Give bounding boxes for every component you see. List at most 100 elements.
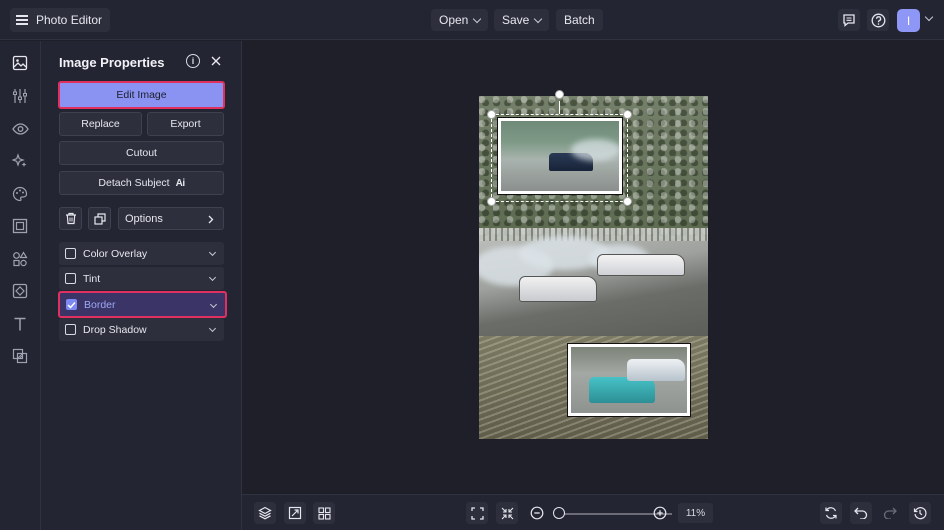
history-button[interactable] <box>909 502 931 524</box>
detach-subject-label: Detach Subject <box>98 177 170 189</box>
batch-button[interactable]: Batch <box>556 9 603 31</box>
info-icon[interactable]: i <box>186 54 200 68</box>
color-overlay-label: Color Overlay <box>83 247 148 260</box>
photo-frame-bottom[interactable] <box>567 343 691 417</box>
layers-icon <box>258 506 272 520</box>
comment-icon <box>843 14 855 27</box>
color-overlay-toggle[interactable]: Color Overlay <box>59 242 224 265</box>
tint-checkbox[interactable] <box>65 273 76 284</box>
edit-image-label: Edit Image <box>116 89 167 101</box>
canvas-area[interactable] <box>242 41 944 494</box>
open-label: Open <box>439 13 469 27</box>
options-button[interactable]: Options <box>118 207 224 230</box>
frame-icon[interactable] <box>11 217 29 235</box>
redo-icon <box>883 507 897 519</box>
trash-icon <box>65 212 76 225</box>
undo-icon <box>854 507 868 519</box>
chevron-down-icon[interactable] <box>209 300 218 309</box>
color-overlay-checkbox[interactable] <box>65 248 76 259</box>
fit-screen-button[interactable] <box>466 502 488 524</box>
image-icon[interactable] <box>11 54 29 72</box>
resize-canvas-button[interactable] <box>284 502 306 524</box>
tint-label: Tint <box>83 272 101 285</box>
save-label: Save <box>502 13 530 27</box>
hamburger-icon <box>16 15 28 25</box>
resize-handle-sw[interactable] <box>487 197 496 206</box>
replace-button[interactable]: Replace <box>59 112 142 136</box>
export-button[interactable]: Export <box>147 112 224 136</box>
sparkle-icon[interactable] <box>11 152 29 170</box>
options-label: Options <box>125 212 163 225</box>
shrink-button[interactable] <box>496 502 518 524</box>
feedback-button[interactable] <box>838 9 860 31</box>
tint-toggle[interactable]: Tint <box>59 267 224 290</box>
zoom-level[interactable]: 11% <box>678 503 713 523</box>
shrink-icon <box>501 507 513 519</box>
image-properties-panel: Image Properties i Edit Image Replace Ex… <box>41 41 242 530</box>
border-checkbox[interactable] <box>66 299 77 310</box>
avatar-initial: I <box>906 13 911 28</box>
open-menu-button[interactable]: Open <box>431 9 489 31</box>
history-icon <box>913 507 927 520</box>
ai-badge: Ai <box>175 177 186 189</box>
sliders-icon[interactable] <box>11 87 29 105</box>
texture-icon[interactable] <box>11 282 29 300</box>
shapes-icon[interactable] <box>11 250 29 268</box>
drop-shadow-toggle[interactable]: Drop Shadow <box>59 318 224 341</box>
white-drift-car <box>519 276 597 302</box>
batch-label: Batch <box>564 13 595 27</box>
layers-button[interactable] <box>254 502 276 524</box>
edit-image-button[interactable]: Edit Image <box>58 81 225 109</box>
border-toggle[interactable]: Border <box>58 291 227 318</box>
zoom-in-icon[interactable] <box>653 506 667 525</box>
rotate-stem <box>559 101 560 114</box>
redo-button[interactable] <box>879 502 901 524</box>
chevron-down-icon[interactable] <box>208 248 217 257</box>
resize-handle-ne[interactable] <box>623 110 632 119</box>
selection-box[interactable] <box>491 114 628 202</box>
duplicate-button[interactable] <box>88 207 111 230</box>
chevron-down-icon[interactable] <box>208 273 217 282</box>
app-title: Photo Editor <box>36 13 103 27</box>
app-menu-button[interactable]: Photo Editor <box>10 8 111 32</box>
rotate-handle[interactable] <box>555 90 564 99</box>
white-drift-car <box>597 254 685 276</box>
zoom-slider-handle[interactable] <box>553 507 565 519</box>
text-icon[interactable] <box>11 315 29 333</box>
help-icon <box>871 13 885 27</box>
resize-handle-se[interactable] <box>623 197 632 206</box>
cutout-label: Cutout <box>126 147 157 159</box>
border-label: Border <box>84 298 116 311</box>
user-avatar[interactable]: I <box>897 9 920 32</box>
drop-shadow-label: Drop Shadow <box>83 323 147 336</box>
drop-shadow-checkbox[interactable] <box>65 324 76 335</box>
zoom-value: 11% <box>685 507 706 519</box>
help-button[interactable] <box>867 9 889 31</box>
eye-icon[interactable] <box>11 120 29 138</box>
chevron-down-icon[interactable] <box>208 324 217 333</box>
export-label: Export <box>170 118 201 130</box>
top-bar: Photo Editor Open Save Batch I <box>0 0 944 40</box>
white-drift-car <box>627 359 685 381</box>
close-icon[interactable] <box>209 54 223 68</box>
drift-photo-bottom <box>571 347 687 413</box>
checkmark-icon <box>67 301 76 309</box>
tool-rail <box>0 41 41 530</box>
overlay-icon[interactable] <box>11 347 29 365</box>
save-menu-button[interactable]: Save <box>494 9 550 31</box>
cutout-button[interactable]: Cutout <box>59 141 224 165</box>
panel-title: Image Properties <box>59 55 165 70</box>
detach-subject-button[interactable]: Detach Subject Ai <box>59 171 224 195</box>
resize-handle-nw[interactable] <box>487 110 496 119</box>
grid-button[interactable] <box>313 502 335 524</box>
bottom-bar: 11% <box>242 494 944 530</box>
chevron-down-icon <box>473 14 482 23</box>
refresh-icon <box>825 507 837 519</box>
delete-button[interactable] <box>59 207 82 230</box>
zoom-out-icon[interactable] <box>530 506 544 525</box>
chevron-down-icon[interactable] <box>924 12 934 22</box>
resize-icon <box>288 506 302 520</box>
sync-button[interactable] <box>820 502 842 524</box>
undo-button[interactable] <box>850 502 872 524</box>
palette-icon[interactable] <box>11 185 29 203</box>
